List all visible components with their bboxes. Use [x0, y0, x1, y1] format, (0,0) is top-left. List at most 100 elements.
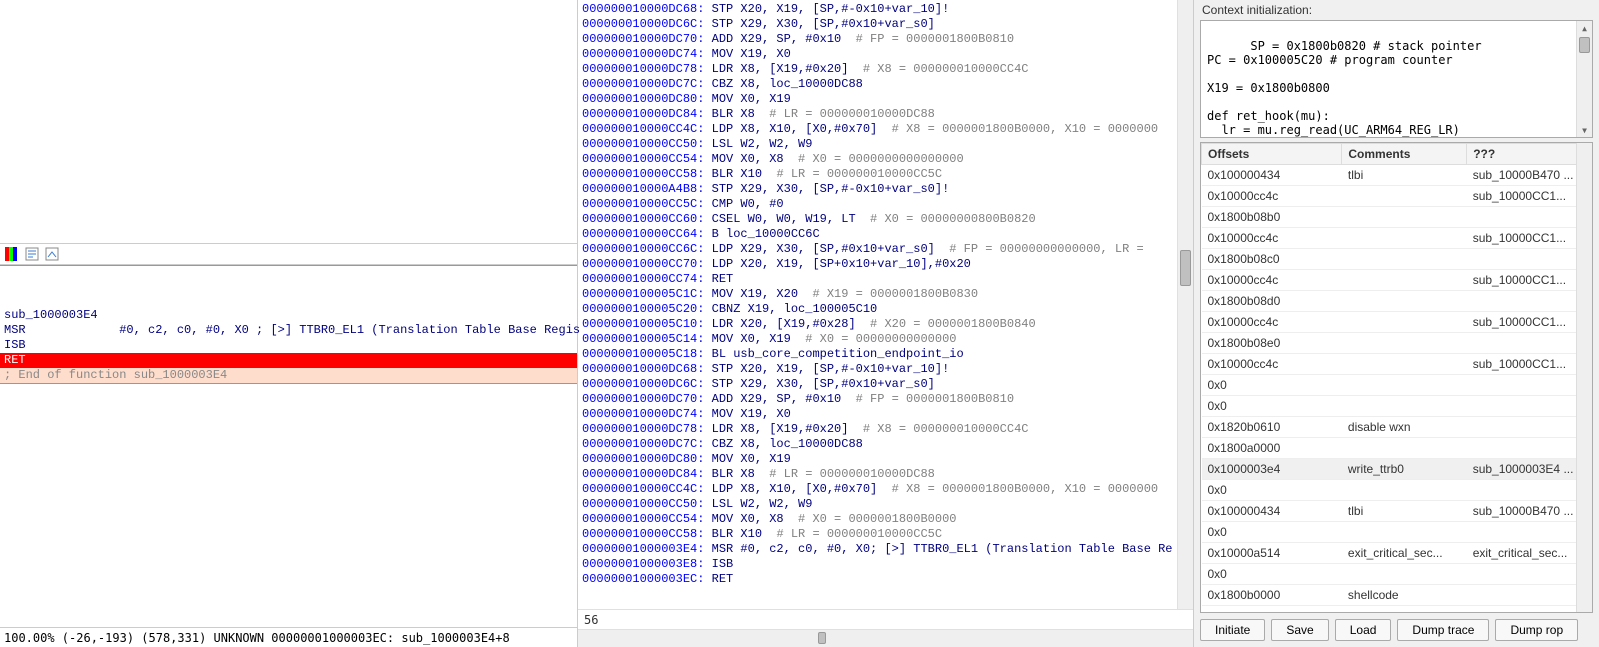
- table-cell[interactable]: 0x1800b0000: [1202, 585, 1342, 606]
- col-comments[interactable]: Comments: [1342, 144, 1467, 165]
- table-cell[interactable]: [1467, 438, 1592, 459]
- table-row[interactable]: 0x0: [1202, 375, 1592, 396]
- trace-line[interactable]: 000000010000DC84: BLR X8 # LR = 00000001…: [582, 107, 1189, 122]
- trace-line[interactable]: 000000010000DC78: LDR X8, [X19,#0x20] # …: [582, 422, 1189, 437]
- table-cell[interactable]: 0x1800a0000: [1202, 438, 1342, 459]
- trace-line[interactable]: 000000010000CC58: BLR X10 # LR = 0000000…: [582, 167, 1189, 182]
- trace-line[interactable]: 000000010000DC84: BLR X8 # LR = 00000001…: [582, 467, 1189, 482]
- scroll-thumb[interactable]: [1180, 250, 1191, 286]
- table-cell[interactable]: write_ttrb0: [1342, 459, 1467, 480]
- table-cell[interactable]: 0x1800b08e0: [1202, 333, 1342, 354]
- table-cell[interactable]: sub_10000CC1...: [1467, 312, 1592, 333]
- table-cell[interactable]: [1342, 270, 1467, 291]
- trace-line[interactable]: 000000010000DC80: MOV X0, X19: [582, 92, 1189, 107]
- table-cell[interactable]: [1342, 228, 1467, 249]
- table-cell[interactable]: [1342, 186, 1467, 207]
- table-cell[interactable]: 0x1000003e4: [1202, 459, 1342, 480]
- trace-line[interactable]: 000000010000CC60: CSEL W0, W0, W19, LT #…: [582, 212, 1189, 227]
- table-cell[interactable]: [1467, 522, 1592, 543]
- initiate-button[interactable]: Initiate: [1200, 619, 1265, 641]
- col-unknown[interactable]: ???: [1467, 144, 1592, 165]
- trace-line[interactable]: 000000010000CC74: RET: [582, 272, 1189, 287]
- table-cell[interactable]: [1467, 375, 1592, 396]
- trace-line[interactable]: 000000010000CC70: LDP X20, X19, [SP+0x10…: [582, 257, 1189, 272]
- offsets-table[interactable]: Offsets Comments ??? 0x100000434tlbisub_…: [1200, 142, 1593, 613]
- table-row[interactable]: 0x10000a514exit_critical_sec...exit_crit…: [1202, 543, 1592, 564]
- table-cell[interactable]: sub_1000003E4 ...: [1467, 459, 1592, 480]
- table-cell[interactable]: sub_10000CC1...: [1467, 354, 1592, 375]
- table-cell[interactable]: sub_10000B470 ...: [1467, 501, 1592, 522]
- table-cell[interactable]: [1342, 354, 1467, 375]
- table-cell[interactable]: sub_10000CC1...: [1467, 228, 1592, 249]
- table-row[interactable]: 0x10000cc4csub_10000CC1...: [1202, 270, 1592, 291]
- table-cell[interactable]: 0x10000cc4c: [1202, 312, 1342, 333]
- table-cell[interactable]: exit_critical_sec...: [1467, 543, 1592, 564]
- table-row[interactable]: 0x100000434tlbisub_10000B470 ...: [1202, 165, 1592, 186]
- table-cell[interactable]: [1342, 522, 1467, 543]
- trace-line[interactable]: 000000010000CC5C: CMP W0, #0: [582, 197, 1189, 212]
- trace-line[interactable]: 000000010000DC68: STP X20, X19, [SP,#-0x…: [582, 362, 1189, 377]
- trace-line[interactable]: 000000010000CC64: B loc_10000CC6C: [582, 227, 1189, 242]
- table-cell[interactable]: [1342, 396, 1467, 417]
- table-cell[interactable]: [1467, 291, 1592, 312]
- dump-rop-button[interactable]: Dump rop: [1495, 619, 1578, 641]
- table-cell[interactable]: [1467, 480, 1592, 501]
- table-cell[interactable]: 0x100000434: [1202, 501, 1342, 522]
- table-cell[interactable]: shellcode: [1342, 585, 1467, 606]
- trace-line[interactable]: 000000010000DC70: ADD X29, SP, #0x10 # F…: [582, 392, 1189, 407]
- table-cell[interactable]: 0x10000cc4c: [1202, 228, 1342, 249]
- table-cell[interactable]: 0x1800b08b0: [1202, 207, 1342, 228]
- scroll-thumb[interactable]: [818, 632, 826, 644]
- table-cell[interactable]: tlbi: [1342, 165, 1467, 186]
- trace-line[interactable]: 000000010000DC68: STP X20, X19, [SP,#-0x…: [582, 2, 1189, 17]
- trace-line[interactable]: 000000010000A4B8: STP X29, X30, [SP,#-0x…: [582, 182, 1189, 197]
- trace-line[interactable]: 000000010000DC6C: STP X29, X30, [SP,#0x1…: [582, 377, 1189, 392]
- table-row[interactable]: 0x0: [1202, 522, 1592, 543]
- textarea-scrollbar[interactable]: ▲▼: [1576, 21, 1592, 137]
- table-cell[interactable]: [1342, 480, 1467, 501]
- highlighted-ret-line[interactable]: RET: [0, 353, 577, 368]
- table-row[interactable]: 0x1800b08e0: [1202, 333, 1592, 354]
- trace-line[interactable]: 000000010000DC74: MOV X19, X0: [582, 47, 1189, 62]
- table-row[interactable]: 0x0: [1202, 480, 1592, 501]
- trace-line[interactable]: 000000010000CC50: LSL W2, W2, W9: [582, 497, 1189, 512]
- table-row[interactable]: 0x10000cc4c sub_10000CC1...: [1202, 228, 1592, 249]
- table-row[interactable]: 0x1800b0000shellcode: [1202, 585, 1592, 606]
- left-disasm-block[interactable]: sub_1000003E4 MSR #0, c2, c0, #0, X0 ; […: [0, 265, 577, 384]
- table-cell[interactable]: [1342, 333, 1467, 354]
- table-cell[interactable]: 0x1800b08d0: [1202, 291, 1342, 312]
- table-cell[interactable]: [1467, 585, 1592, 606]
- table-row[interactable]: 0x1800b08b0: [1202, 207, 1592, 228]
- table-cell[interactable]: [1467, 207, 1592, 228]
- table-cell[interactable]: [1342, 438, 1467, 459]
- table-cell[interactable]: [1467, 249, 1592, 270]
- disasm-line[interactable]: ISB: [0, 338, 577, 353]
- table-row[interactable]: 0x10000cc4c sub_10000CC1...: [1202, 312, 1592, 333]
- table-cell[interactable]: 0x1820b0610: [1202, 417, 1342, 438]
- table-cell[interactable]: [1342, 375, 1467, 396]
- trace-line[interactable]: 000000010000DC7C: CBZ X8, loc_10000DC88: [582, 77, 1189, 92]
- table-cell[interactable]: [1342, 312, 1467, 333]
- table-cell[interactable]: 0x0: [1202, 564, 1342, 585]
- note-icon[interactable]: [24, 246, 40, 262]
- table-cell[interactable]: [1342, 249, 1467, 270]
- table-row[interactable]: 0x10000cc4csub_10000CC1...: [1202, 186, 1592, 207]
- trace-line[interactable]: 000000010000DC78: LDR X8, [X19,#0x20] # …: [582, 62, 1189, 77]
- trace-line[interactable]: 0000000100005C18: BL usb_core_competitio…: [582, 347, 1189, 362]
- table-cell[interactable]: sub_10000CC1...: [1467, 186, 1592, 207]
- table-cell[interactable]: 0x0: [1202, 396, 1342, 417]
- table-cell[interactable]: [1342, 564, 1467, 585]
- table-row[interactable]: 0x1800b08c0: [1202, 249, 1592, 270]
- palette-icon[interactable]: [4, 246, 20, 262]
- trace-line[interactable]: 000000010000CC50: LSL W2, W2, W9: [582, 137, 1189, 152]
- trace-line[interactable]: 000000010000DC74: MOV X19, X0: [582, 407, 1189, 422]
- table-cell[interactable]: 0x0: [1202, 375, 1342, 396]
- horizontal-scrollbar[interactable]: [578, 629, 1193, 647]
- trace-line[interactable]: 000000010000CC4C: LDP X8, X10, [X0,#0x70…: [582, 122, 1189, 137]
- table-row[interactable]: 0x1800a0000: [1202, 438, 1592, 459]
- trace-line[interactable]: 000000010000CC6C: LDP X29, X30, [SP,#0x1…: [582, 242, 1189, 257]
- trace-line[interactable]: 0000000100005C1C: MOV X19, X20 # X19 = 0…: [582, 287, 1189, 302]
- trace-line[interactable]: 000000010000DC70: ADD X29, SP, #0x10 # F…: [582, 32, 1189, 47]
- table-cell[interactable]: sub_10000CC1...: [1467, 270, 1592, 291]
- trace-line[interactable]: 000000010000CC54: MOV X0, X8 # X0 = 0000…: [582, 152, 1189, 167]
